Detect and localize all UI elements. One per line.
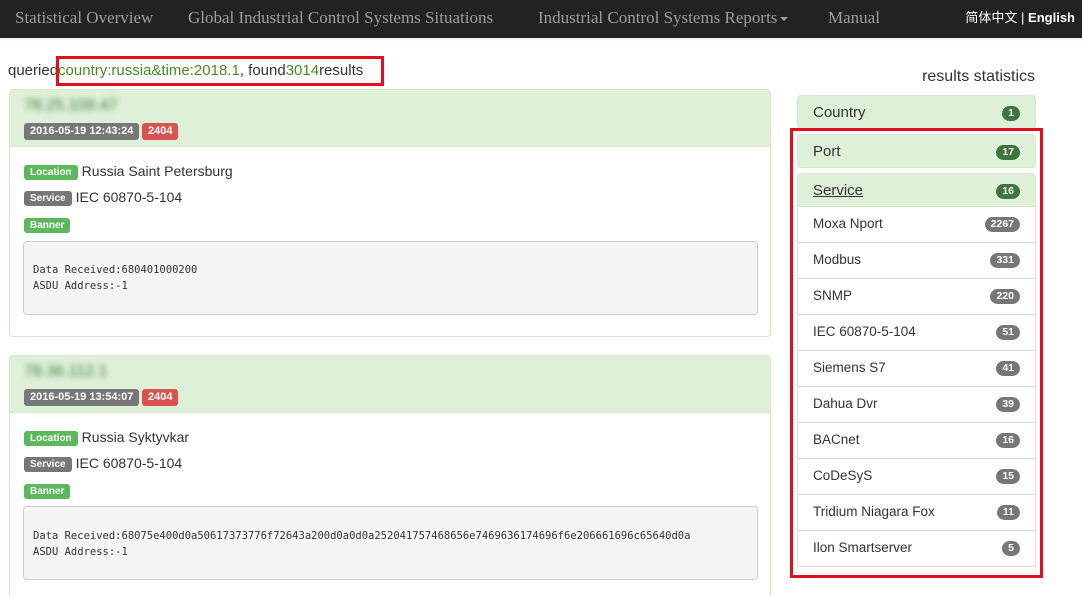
- banner-label: Banner: [24, 484, 71, 499]
- result-header: 78.36.112.1 2016-05-19 13:54:07 2404: [10, 356, 770, 413]
- banner-content: Data Received:68075e400d0a50617373776f72…: [23, 506, 758, 580]
- banner-row: Banner: [24, 482, 74, 499]
- timestamp-badge: 2016-05-19 13:54:07: [24, 389, 140, 406]
- result-header: 78.25.109.47 2016-05-19 12:43:24 2404: [10, 90, 770, 147]
- result-ip[interactable]: 78.36.112.1: [24, 363, 107, 381]
- banner-line: ASDU Address:-1: [33, 280, 128, 292]
- lang-separator: |: [1017, 10, 1029, 25]
- port-badge: 2404: [142, 389, 179, 406]
- timestamp-badge: 2016-05-19 12:43:24: [24, 123, 140, 140]
- facet-country-label: Country: [813, 104, 866, 121]
- nav-ics-reports[interactable]: Industrial Control Systems Reports: [538, 0, 789, 38]
- service-value: IEC 60870-5-104: [75, 455, 183, 471]
- banner-line: Data Received:68075e400d0a50617373776f72…: [33, 530, 691, 542]
- highlight-box-query: [56, 56, 384, 86]
- top-navbar: Statistical Overview Global Industrial C…: [0, 0, 1082, 38]
- facet-country-count: 1: [1002, 106, 1020, 121]
- location-value: Russia Syktyvkar: [81, 429, 190, 445]
- location-label: Location: [24, 431, 78, 446]
- banner-content: Data Received:680401000200 ASDU Address:…: [23, 241, 758, 315]
- service-row: Service IEC 60870-5-104: [24, 455, 182, 472]
- location-label: Location: [24, 165, 78, 180]
- location-value: Russia Saint Petersburg: [81, 163, 233, 179]
- language-switcher: 简体中文 | English: [965, 7, 1075, 26]
- facet-country[interactable]: Country 1: [797, 95, 1036, 129]
- result-panel: 78.25.109.47 2016-05-19 12:43:24 2404 Lo…: [9, 89, 771, 337]
- result-panel: 78.36.112.1 2016-05-19 13:54:07 2404 Loc…: [9, 355, 771, 596]
- lang-english-link[interactable]: English: [1028, 10, 1075, 25]
- banner-label: Banner: [24, 218, 71, 233]
- nav-ics-reports-label: Industrial Control Systems Reports: [538, 8, 778, 27]
- service-label: Service: [24, 191, 72, 206]
- port-badge: 2404: [142, 123, 179, 140]
- banner-line: Data Received:680401000200: [33, 264, 198, 276]
- lang-chinese-link[interactable]: 简体中文: [965, 10, 1017, 25]
- location-row: Location Russia Saint Petersburg: [24, 163, 233, 180]
- result-ip[interactable]: 78.25.109.47: [24, 97, 117, 115]
- service-value: IEC 60870-5-104: [75, 189, 183, 205]
- query-prefix: queried: [8, 62, 59, 79]
- service-row: Service IEC 60870-5-104: [24, 189, 182, 206]
- navbar-shadow: [0, 38, 1082, 41]
- caret-down-icon: [780, 17, 789, 22]
- results-statistics-title: results statistics: [922, 68, 1035, 85]
- highlight-box-statistics: [790, 128, 1043, 578]
- banner-row: Banner: [24, 216, 74, 233]
- location-row: Location Russia Syktyvkar: [24, 429, 189, 446]
- nav-manual[interactable]: Manual: [828, 0, 880, 38]
- service-label: Service: [24, 457, 72, 472]
- banner-line: ASDU Address:-1: [33, 546, 128, 558]
- nav-statistical-overview[interactable]: Statistical Overview: [15, 0, 153, 38]
- nav-global-ics-situations[interactable]: Global Industrial Control Systems Situat…: [188, 0, 493, 38]
